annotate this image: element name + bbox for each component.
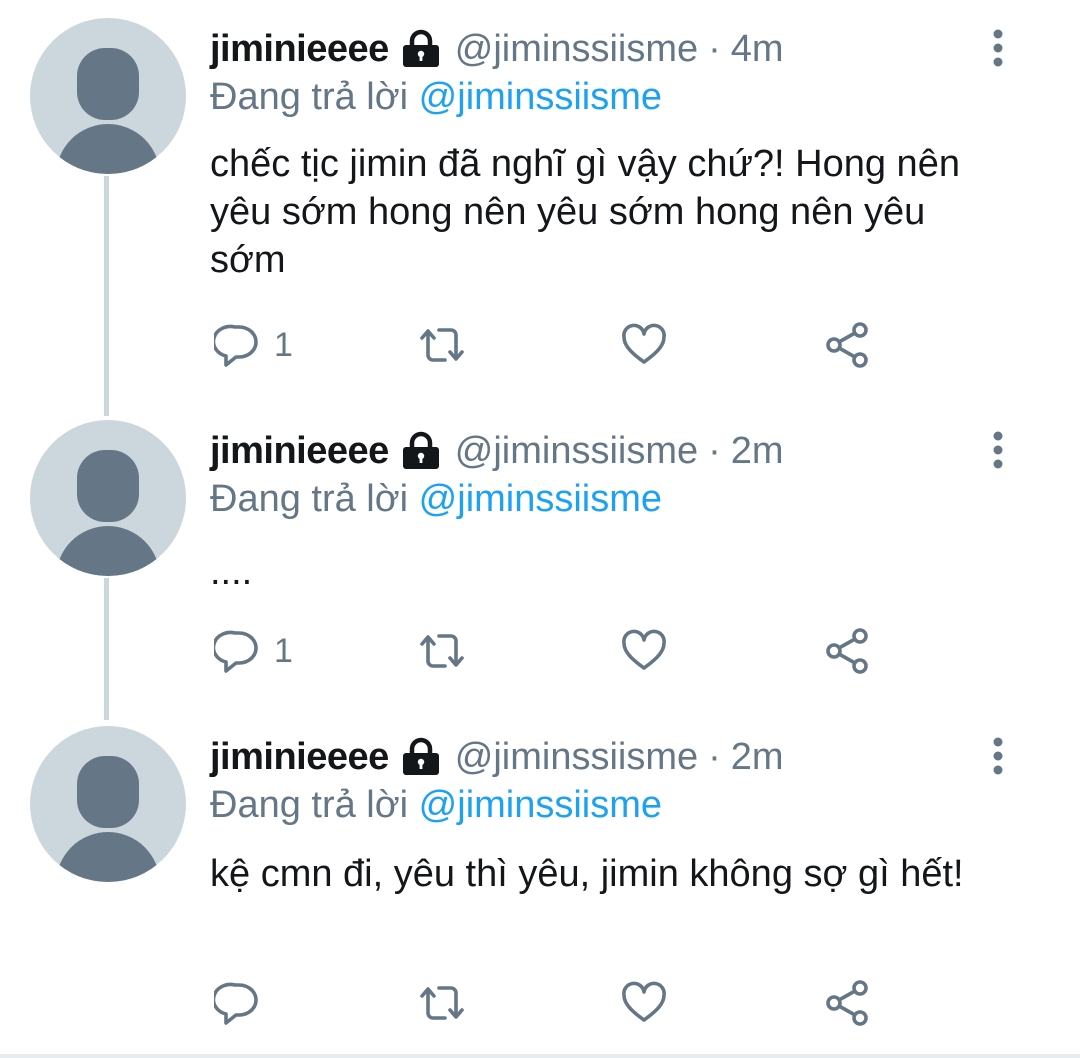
avatar-body-shape: [56, 832, 160, 882]
heart-icon: [622, 629, 666, 670]
tweet[interactable]: jiminieeee @jiminssiisme · 4m Đang trả l…: [0, 0, 1080, 402]
reply-count: 1: [274, 631, 293, 670]
more-vertical-icon[interactable]: [986, 736, 1010, 776]
timestamp[interactable]: 2m: [731, 430, 784, 473]
separator-dot: ·: [708, 27, 721, 70]
separator-dot: ·: [708, 429, 721, 472]
tweet-text: ....: [210, 551, 253, 593]
reply-button[interactable]: [214, 978, 274, 1028]
replying-to-label: Đang trả lời: [210, 478, 409, 520]
tweet-header: jiminieeee @jiminssiisme · 2m: [210, 732, 784, 782]
user-handle[interactable]: @jiminssiisme: [455, 430, 698, 473]
mention-link[interactable]: @jiminssiisme: [419, 784, 662, 826]
retweet-icon: [420, 328, 464, 362]
share-button[interactable]: [824, 626, 872, 676]
avatar-head-shape: [77, 48, 139, 120]
retweet-button[interactable]: [414, 626, 470, 676]
retweet-button[interactable]: [414, 320, 470, 370]
more-vertical-icon[interactable]: [986, 28, 1010, 68]
lock-icon: [402, 29, 439, 67]
avatar[interactable]: [30, 726, 186, 882]
tweet-header: jiminieeee @jiminssiisme · 2m: [210, 426, 784, 476]
user-handle[interactable]: @jiminssiisme: [455, 28, 698, 71]
tweet-text: chếc tịc jimin đã nghĩ gì vậy chứ?! Hong…: [210, 143, 960, 281]
avatar[interactable]: [30, 18, 186, 174]
avatar[interactable]: [30, 420, 186, 576]
retweet-icon: [420, 634, 464, 668]
display-name[interactable]: jiminieeee: [210, 28, 389, 71]
timestamp[interactable]: 2m: [731, 736, 784, 779]
reply-count: 1: [274, 325, 293, 364]
heart-icon: [622, 981, 666, 1022]
share-icon: [826, 628, 868, 674]
replying-to-label: Đang trả lời: [210, 784, 409, 826]
avatar-head-shape: [77, 450, 139, 522]
reply-button[interactable]: 1: [214, 626, 293, 676]
avatar-body-shape: [56, 124, 160, 174]
replying-to: Đang trả lời @jiminssiisme: [210, 784, 662, 827]
tweet[interactable]: jiminieeee @jiminssiisme · 2m Đang trả l…: [0, 708, 1080, 1054]
share-button[interactable]: [824, 978, 872, 1028]
separator-dot: ·: [708, 735, 721, 778]
tweet-text: kệ cmn đi, yêu thì yêu, jimin không sợ g…: [210, 853, 964, 895]
tweet-header: jiminieeee @jiminssiisme · 4m: [210, 24, 784, 74]
tweet-thread: jiminieeee @jiminssiisme · 4m Đang trả l…: [0, 0, 1080, 1058]
lock-icon: [402, 431, 439, 469]
bottom-divider: [0, 1054, 1080, 1058]
avatar-head-shape: [77, 756, 139, 828]
like-button[interactable]: [620, 978, 668, 1028]
retweet-icon: [420, 986, 464, 1020]
action-bar: 1: [210, 320, 890, 370]
display-name[interactable]: jiminieeee: [210, 430, 389, 473]
reply-bubble-icon: [214, 982, 258, 1025]
share-button[interactable]: [824, 320, 872, 370]
user-handle[interactable]: @jiminssiisme: [455, 736, 698, 779]
reply-bubble-icon: [214, 324, 258, 367]
replying-to: Đang trả lời @jiminssiisme: [210, 76, 662, 119]
tweet[interactable]: jiminieeee @jiminssiisme · 2m Đang trả l…: [0, 402, 1080, 708]
avatar-body-shape: [56, 526, 160, 576]
display-name[interactable]: jiminieeee: [210, 736, 389, 779]
mention-link[interactable]: @jiminssiisme: [419, 76, 662, 118]
like-button[interactable]: [620, 626, 668, 676]
share-icon: [826, 980, 868, 1026]
lock-icon: [402, 737, 439, 775]
like-button[interactable]: [620, 320, 668, 370]
heart-icon: [622, 323, 666, 364]
action-bar: [210, 978, 890, 1028]
mention-link[interactable]: @jiminssiisme: [419, 478, 662, 520]
replying-to: Đang trả lời @jiminssiisme: [210, 478, 662, 521]
reply-bubble-icon: [214, 630, 258, 673]
retweet-button[interactable]: [414, 978, 470, 1028]
action-bar: 1: [210, 626, 890, 676]
replying-to-label: Đang trả lời: [210, 76, 409, 118]
reply-button[interactable]: 1: [214, 320, 293, 370]
share-icon: [826, 322, 868, 368]
timestamp[interactable]: 4m: [731, 28, 784, 71]
more-vertical-icon[interactable]: [986, 430, 1010, 470]
